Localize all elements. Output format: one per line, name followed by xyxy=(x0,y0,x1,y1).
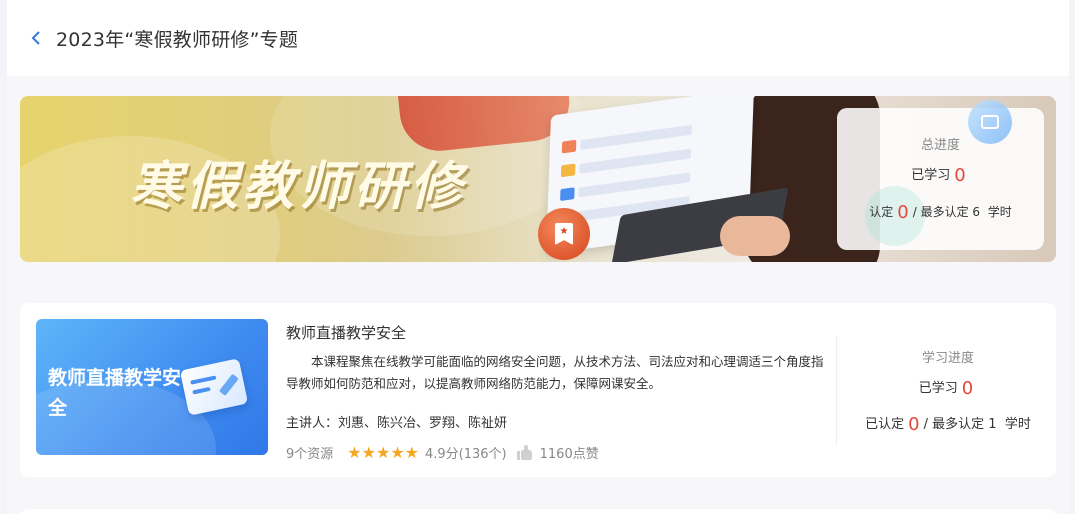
course-card[interactable]: 教师直播教学安全 教师直播教学安全 本课程聚焦在线教学可能面临的网络安全问题，从… xyxy=(20,303,1056,477)
page-header: 2023年“寒假教师研修”专题 xyxy=(7,0,1069,76)
course-learned-value: 0 xyxy=(961,378,974,399)
course-meta: 9个资源 ★ ★ ★ ★ ★ 4.9分(136个) 1160点赞 xyxy=(286,443,599,462)
divider xyxy=(836,336,837,446)
page-margin-right xyxy=(1069,0,1075,514)
like-count: 1160点赞 xyxy=(539,447,599,462)
banner-title: 寒假教师研修 xyxy=(130,157,467,217)
rating-text: 4.9分(136个) xyxy=(425,447,507,462)
course-name[interactable]: 教师直播教学安全 xyxy=(286,322,406,343)
course-cover[interactable]: 教师直播教学安全 xyxy=(36,319,268,455)
star-icon: ★ xyxy=(347,442,362,462)
total-progress-card: 总进度 已学习 0 认定 0/ 最多认定 6 学时 xyxy=(837,100,1044,250)
rating-stars: ★ ★ ★ ★ ★ xyxy=(347,442,419,462)
total-progress-label: 总进度 xyxy=(920,138,960,153)
course-progress-label: 学习进度 xyxy=(921,351,974,366)
resource-count: 9个资源 xyxy=(286,447,334,462)
back-button[interactable] xyxy=(29,28,43,48)
page-title: 2023年“寒假教师研修”专题 xyxy=(56,29,299,51)
total-learned: 已学习 0 xyxy=(911,165,966,186)
banner-person-arm xyxy=(720,216,790,256)
course-certified: 已认定 0/ 最多认定 1 学时 xyxy=(865,414,1031,435)
star-icon: ★ xyxy=(375,442,391,462)
thumb-up-icon[interactable] xyxy=(516,445,532,460)
course-description: 本课程聚焦在线教学可能面临的网络安全问题，从技术方法、司法应对和心理调适三个角度… xyxy=(286,354,824,391)
main-content: 寒假教师研修 ★ 总进度 已学习 0 认定 0/ 最多认定 6 学时 教师直播教学安… xyxy=(7,76,1069,514)
total-learned-value: 0 xyxy=(954,165,966,186)
cover-title: 教师直播教学安全 xyxy=(48,367,182,419)
star-icon: ★ xyxy=(390,442,405,462)
star-icon: ★ xyxy=(404,442,419,462)
total-certified: 认定 0/ 最多认定 6 学时 xyxy=(869,202,1012,223)
bookmark-star-icon: ★ xyxy=(538,208,590,260)
topic-banner: 寒假教师研修 ★ 总进度 已学习 0 认定 0/ 最多认定 6 学时 xyxy=(20,96,1056,262)
star-icon: ★ xyxy=(361,442,376,462)
next-course-card[interactable] xyxy=(20,509,1056,514)
course-learned: 已学习 0 xyxy=(918,378,974,399)
course-lecturer: 主讲人：刘惠、陈兴冶、罗翔、陈祉妍 xyxy=(286,416,508,431)
course-certified-value: 0 xyxy=(908,414,920,435)
total-certified-value: 0 xyxy=(897,202,909,223)
page-margin-left xyxy=(0,0,7,514)
chevron-left-icon xyxy=(31,31,40,45)
